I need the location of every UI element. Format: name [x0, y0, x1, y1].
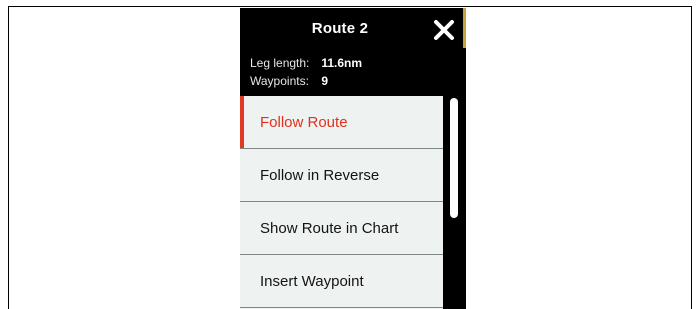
route-menu: Follow Route Follow in Reverse Show Rout…: [240, 96, 443, 309]
leg-length-label: Leg length:: [250, 56, 310, 70]
menu-item-show-route-in-chart[interactable]: Show Route in Chart: [240, 202, 443, 255]
route-title: Route 2: [311, 20, 369, 37]
close-icon[interactable]: [432, 18, 456, 42]
menu-item-insert-waypoint[interactable]: Insert Waypoint: [240, 255, 443, 308]
menu-item-label: Follow Route: [260, 113, 348, 131]
waypoints-row: Waypoints: 9: [250, 74, 328, 88]
panel-header: Route 2 Leg length: 11.6nm Waypoints: 9: [240, 8, 466, 96]
route-panel: Route 2 Leg length: 11.6nm Waypoints: 9 …: [240, 8, 466, 309]
waypoints-label: Waypoints:: [250, 74, 309, 88]
leg-length-row: Leg length: 11.6nm: [250, 56, 362, 70]
leg-length-value: 11.6nm: [321, 56, 363, 70]
menu-item-label: Show Route in Chart: [260, 219, 399, 237]
menu-item-label: Follow in Reverse: [260, 166, 380, 184]
menu-item-follow-route[interactable]: Follow Route: [240, 96, 443, 149]
menu-item-label: Insert Waypoint: [260, 272, 364, 290]
scrollbar-thumb[interactable]: [450, 98, 458, 218]
scrollbar[interactable]: [443, 96, 466, 309]
menu-item-follow-in-reverse[interactable]: Follow in Reverse: [240, 149, 443, 202]
selection-indicator: [240, 96, 244, 148]
waypoints-value: 9: [321, 74, 329, 88]
